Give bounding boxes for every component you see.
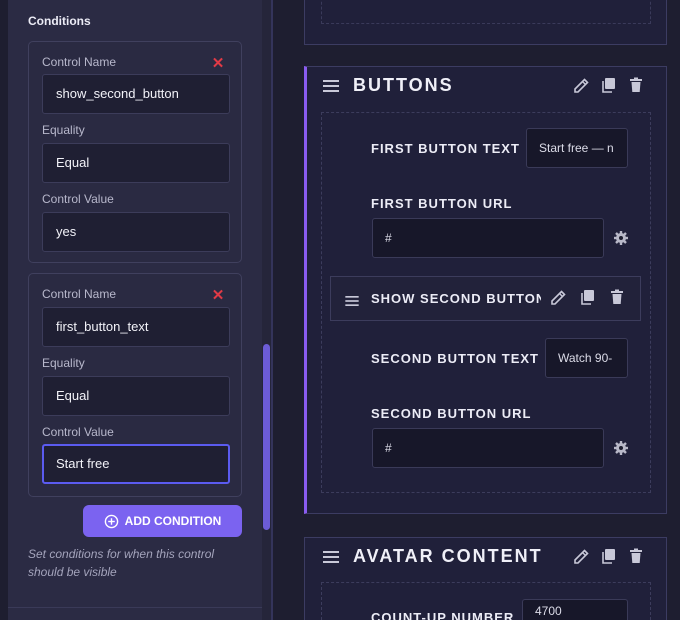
equality-select[interactable]: Equal [42,376,230,416]
first-button-text-input[interactable]: Start free — n [526,128,628,168]
control-name-label: Control Name [42,55,117,69]
second-button-url-label: SECOND BUTTON URL [371,406,532,421]
control-name-label: Control Name [42,287,117,301]
copy-icon[interactable] [600,77,616,93]
pencil-icon[interactable] [573,549,589,565]
second-button-text-label: SECOND BUTTON TEXT [371,351,539,366]
plus-circle-icon [104,514,118,528]
drag-handle-icon[interactable] [323,80,339,92]
divider [8,607,262,608]
copy-icon[interactable] [600,548,616,564]
control-value-field[interactable]: yes [42,212,230,252]
first-button-url-label: FIRST BUTTON URL [371,196,513,211]
second-button-text-input[interactable]: Watch 90- [545,338,628,378]
control-name-field[interactable]: show_second_button [42,74,230,114]
gear-icon[interactable] [613,230,629,246]
control-value-label: Control Value [42,425,114,439]
add-condition-button[interactable]: ADD CONDITION [83,505,242,537]
panel-divider [271,0,273,620]
block-inner-area [321,0,651,24]
copy-icon[interactable] [579,289,595,305]
trash-icon[interactable] [628,77,644,93]
condition-card: Control Name ✕ first_button_text Equalit… [28,273,242,497]
sidebar-scroll-thumb[interactable] [263,344,270,530]
add-condition-label: ADD CONDITION [124,514,222,528]
control-value-label: Control Value [42,192,114,206]
equality-label: Equality [42,123,85,137]
close-x-icon[interactable]: ✕ [211,288,225,303]
count-up-number-label: COUNT-UP NUMBER [371,610,515,620]
conditions-help-text: Set conditions for when this control sho… [28,547,215,579]
previous-block [304,0,667,45]
block-title: BUTTONS [353,75,454,95]
drag-handle-icon[interactable] [323,551,339,563]
second-button-url-input[interactable]: # [372,428,604,468]
show-second-button-label: SHOW SECOND BUTTON [371,291,541,306]
condition-card: Control Name ✕ show_second_button Equali… [28,41,242,263]
close-x-icon[interactable]: ✕ [211,56,225,71]
count-up-number-input[interactable]: 4700 [522,599,628,620]
equality-label: Equality [42,356,85,370]
first-button-text-label: FIRST BUTTON TEXT [371,141,520,156]
drag-handle-icon[interactable] [345,296,359,306]
control-value-field[interactable]: Start free [42,444,230,484]
pencil-icon[interactable] [573,78,589,94]
control-name-field[interactable]: first_button_text [42,307,230,347]
conditions-heading: Conditions [28,14,91,28]
equality-select[interactable]: Equal [42,143,230,183]
trash-icon[interactable] [628,548,644,564]
gear-icon[interactable] [613,440,629,456]
block-title: AVATAR CONTENT [353,546,543,566]
trash-icon[interactable] [609,289,625,305]
first-button-url-input[interactable]: # [372,218,604,258]
pencil-icon[interactable] [550,290,566,306]
